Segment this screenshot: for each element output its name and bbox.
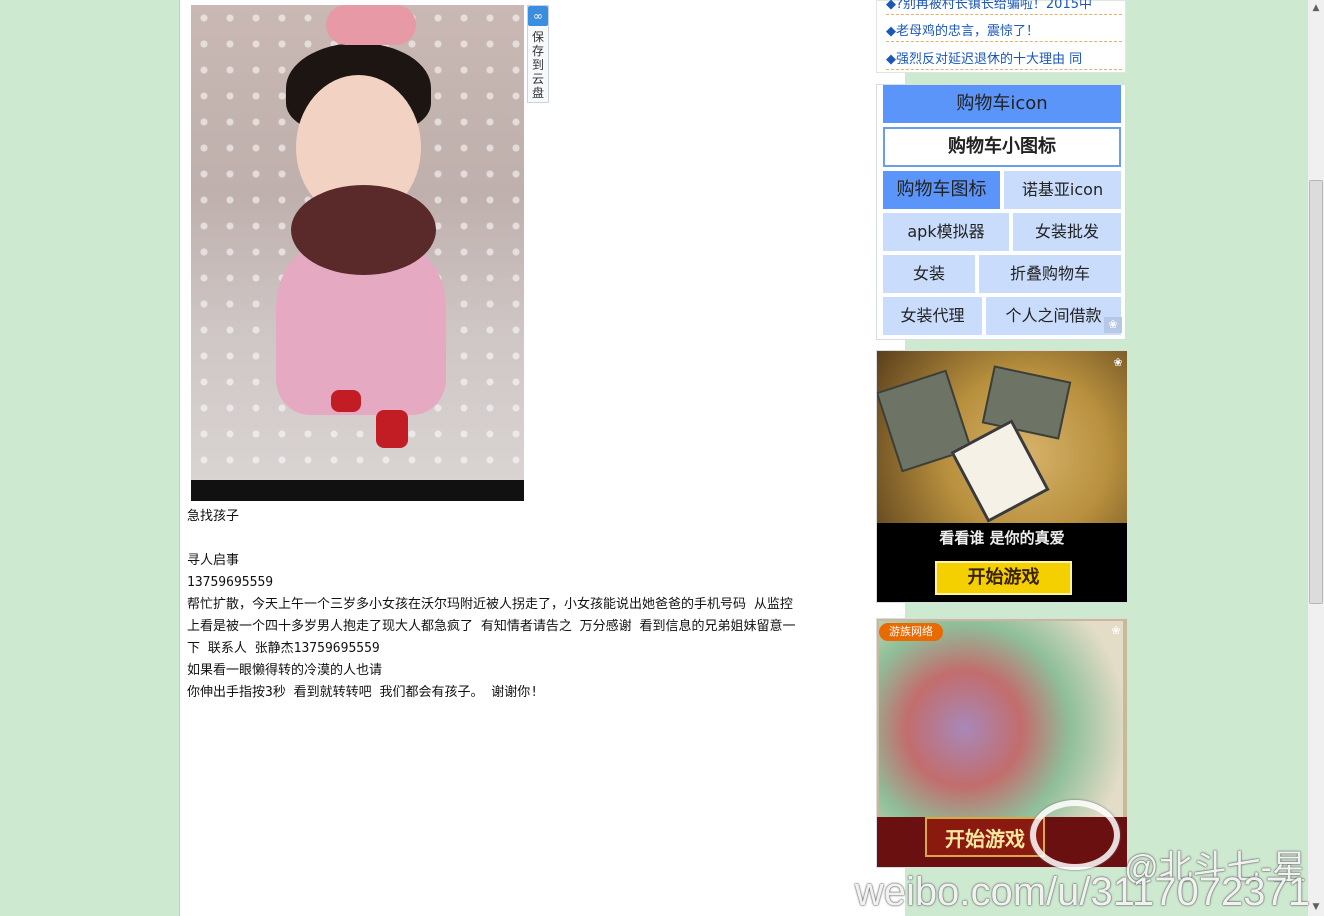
news-item[interactable]: ◆强烈反对延迟退休的十大理由 同 (886, 50, 1122, 70)
ad-art (877, 351, 1127, 523)
photo-bow (326, 5, 416, 45)
child-photo (191, 5, 524, 501)
save-to-cloud-label: 保存到云盘 (532, 30, 545, 100)
save-to-cloud-button[interactable]: ∞ 保存到云盘 (527, 5, 549, 103)
article-line: 如果看一眼懒得转的冷漠的人也请 (187, 663, 383, 678)
link-tag[interactable]: 折叠购物车 (979, 255, 1121, 293)
link-tag[interactable]: 购物车图标 (883, 171, 1000, 209)
photo-shoe-right (376, 410, 408, 448)
link-tag[interactable]: 女装批发 (1013, 213, 1121, 251)
ad-logo: 游族网络 (879, 623, 943, 641)
ad-caption: 看看谁 是你的真爱 (939, 529, 1065, 547)
paw-icon[interactable]: ❀ (1104, 317, 1122, 333)
ad-map-art (879, 621, 1123, 817)
article-line: 寻人启事 (187, 553, 240, 568)
article-line: 下 联系人 张静杰13759695559 (187, 641, 380, 656)
link-tag[interactable]: apk模拟器 (883, 213, 1009, 251)
watermark-url: weibo.com/u/3117072371 (854, 870, 1310, 914)
vertical-scrollbar[interactable]: ▲ ▼ (1307, 0, 1324, 916)
link-tag[interactable]: 诺基亚icon (1004, 171, 1121, 209)
scroll-down-arrow-icon[interactable]: ▼ (1308, 899, 1324, 916)
news-item[interactable]: ◆?别再被村长镇长给骗啦！2015中 (886, 0, 1122, 15)
paw-icon[interactable]: ❀ (1109, 355, 1127, 371)
cloud-icon: ∞ (528, 6, 548, 26)
photo-scene (191, 5, 524, 480)
start-game-button[interactable]: 开始游戏 (935, 561, 1072, 595)
scroll-up-arrow-icon[interactable]: ▲ (1308, 0, 1324, 17)
scroll-thumb[interactable] (1309, 180, 1323, 604)
game-ad-cards[interactable]: ❀ 看看谁 是你的真爱 开始游戏 (876, 350, 1128, 603)
article-line: 13759695559 (187, 575, 274, 590)
weibo-watermark: @北斗七-星 weibo.com/u/3117072371 (855, 840, 1310, 916)
link-tag[interactable]: 个人之间借款 (986, 297, 1121, 335)
article-line: 帮忙扩散，今天上午一个三岁多小女孩在沃尔玛附近被人拐走了，小女孩能说出她爸爸的手… (187, 597, 793, 612)
news-item[interactable]: ◆老母鸡的忠言，震惊了！ (886, 22, 1122, 42)
search-links-box: 购物车icon 购物车小图标 购物车图标 诺基亚icon apk模拟器 女装批发… (876, 84, 1126, 340)
link-tag[interactable]: 购物车icon (883, 85, 1121, 123)
article-line: 上看是被一个四十多岁男人抱走了现大人都急疯了 有知情者请告之 万分感谢 看到信息… (187, 619, 796, 634)
photo-collar (291, 185, 436, 275)
article-line (187, 528, 892, 550)
link-tag[interactable]: 女装 (883, 255, 975, 293)
link-tag[interactable]: 女装代理 (883, 297, 982, 335)
news-list: ◆?别再被村长镇长给骗啦！2015中 ◆老母鸡的忠言，震惊了！ ◆强烈反对延迟退… (876, 0, 1126, 73)
article-line: 急找孩子 (187, 509, 240, 524)
photo-shoe-left (331, 390, 361, 412)
link-tag[interactable]: 购物车小图标 (883, 127, 1121, 167)
paw-icon[interactable]: ❀ (1107, 623, 1125, 639)
article-line: 你伸出手指按3秒 看到就转转吧 我们都会有孩子。 谢谢你! (187, 685, 539, 700)
article-body: 急找孩子 寻人启事 13759695559 帮忙扩散，今天上午一个三岁多小女孩在… (187, 506, 892, 704)
